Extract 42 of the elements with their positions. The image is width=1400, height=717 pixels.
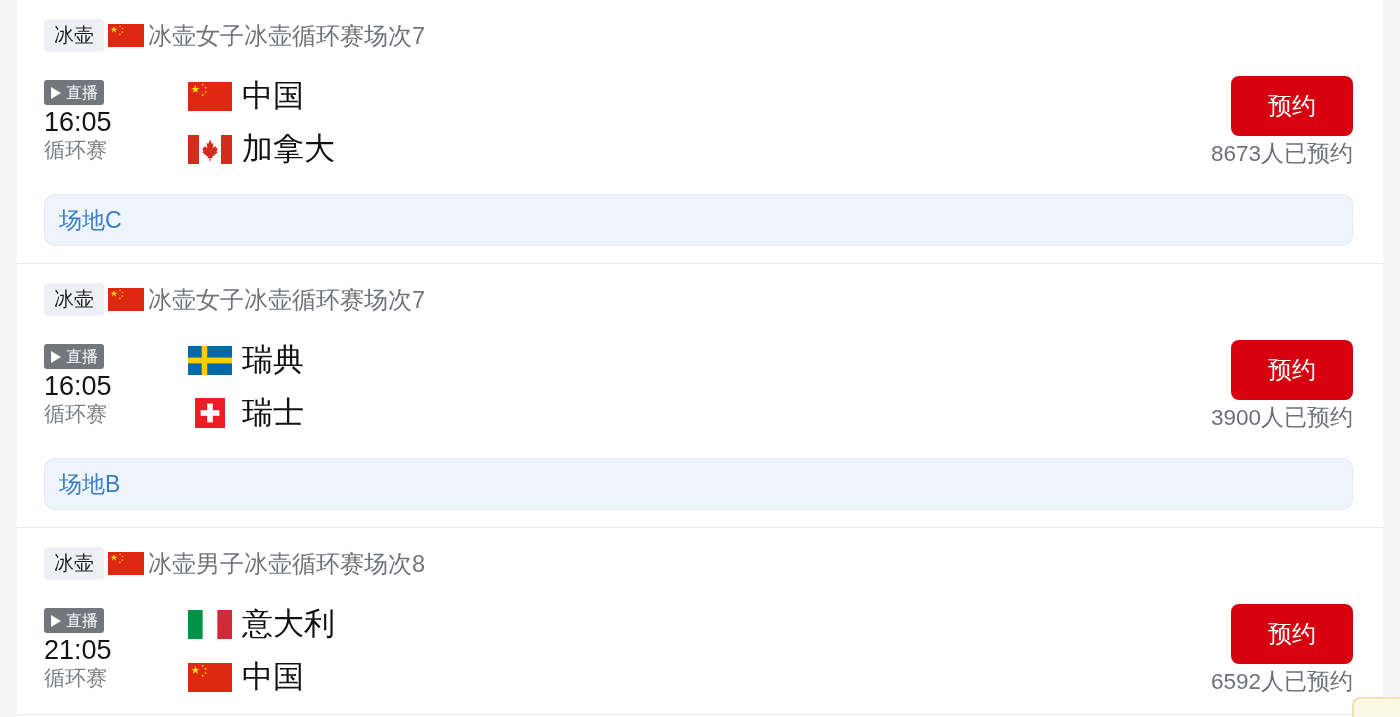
match-stage: 循环赛	[44, 401, 107, 427]
venue-banner: 场地B	[44, 458, 1353, 510]
play-icon	[51, 614, 61, 627]
team-name: 瑞典	[242, 341, 304, 379]
play-icon	[51, 350, 61, 363]
venue-banner: 场地C	[44, 194, 1353, 246]
china-flag-icon	[108, 552, 144, 575]
reserve-button[interactable]: 预约	[1231, 76, 1353, 136]
reserve-button[interactable]: 预约	[1231, 604, 1353, 664]
match-time: 16:05	[44, 371, 112, 401]
event-title: 冰壶女子冰壶循环赛场次7	[148, 285, 426, 315]
event-title: 冰壶男子冰壶循环赛场次8	[148, 549, 426, 579]
reservation-count: 8673人已预约	[1210, 140, 1353, 168]
live-label: 直播	[66, 82, 98, 103]
match-stage: 循环赛	[44, 137, 107, 163]
china-flag-icon	[108, 24, 144, 47]
italy-flag-icon	[188, 609, 232, 639]
event-title: 冰壶女子冰壶循环赛场次7	[148, 21, 426, 51]
live-label: 直播	[66, 610, 98, 631]
china-flag-icon	[188, 662, 232, 692]
china-flag-icon	[108, 288, 144, 311]
reservation-count: 3900人已预约	[1210, 404, 1353, 432]
team-name: 意大利	[242, 605, 335, 643]
team-name: 加拿大	[242, 130, 335, 168]
china-flag-icon	[188, 81, 232, 111]
team-name: 中国	[242, 77, 304, 115]
canada-flag-icon	[188, 134, 232, 164]
sport-tag: 冰壶	[44, 283, 104, 316]
switzerland-flag-icon	[195, 398, 225, 428]
reserve-button[interactable]: 预约	[1231, 340, 1353, 400]
team-name: 中国	[242, 658, 304, 696]
live-label: 直播	[66, 346, 98, 367]
match-stage: 循环赛	[44, 665, 107, 691]
floating-widget[interactable]	[1352, 697, 1400, 717]
sport-tag: 冰壶	[44, 19, 104, 52]
sweden-flag-icon	[188, 345, 232, 375]
match-time: 21:05	[44, 635, 112, 665]
sport-tag: 冰壶	[44, 547, 104, 580]
play-icon	[51, 86, 61, 99]
match-time: 16:05	[44, 107, 112, 137]
team-name: 瑞士	[242, 394, 304, 432]
reservation-count: 6592人已预约	[1210, 668, 1353, 696]
